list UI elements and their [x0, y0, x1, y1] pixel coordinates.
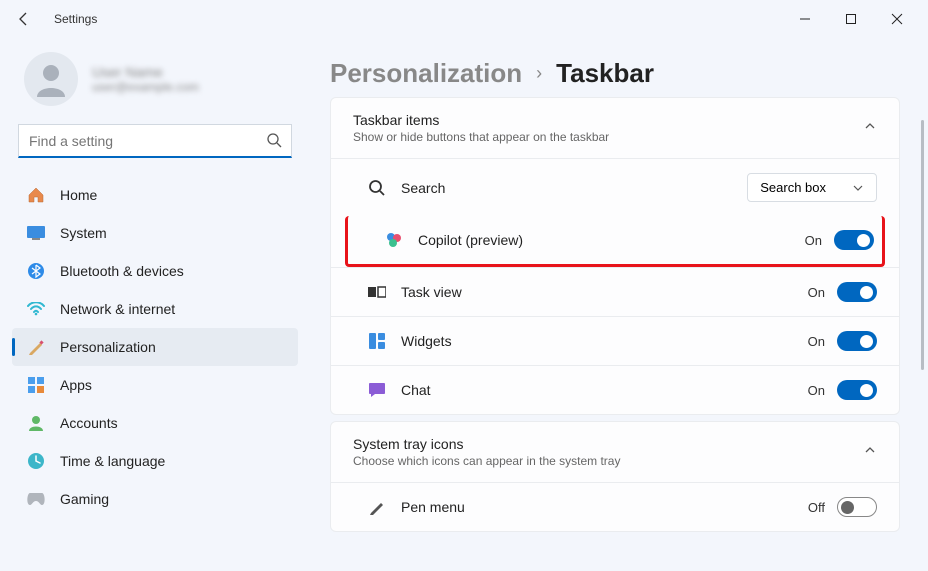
search-icon [266, 132, 282, 153]
row-label: Copilot (preview) [418, 232, 805, 248]
nav-label: Bluetooth & devices [60, 263, 184, 279]
back-button[interactable] [8, 3, 40, 35]
taskview-toggle[interactable] [837, 282, 877, 302]
window-controls [782, 3, 920, 35]
nav-home[interactable]: Home [12, 176, 298, 214]
accounts-icon [26, 413, 46, 433]
toggle-state: Off [808, 500, 825, 515]
scrollbar[interactable] [921, 120, 924, 370]
search-wrap [18, 124, 292, 158]
nav-network[interactable]: Network & internet [12, 290, 298, 328]
nav-label: Home [60, 187, 97, 203]
section-title: Taskbar items [353, 112, 609, 128]
apps-icon [26, 375, 46, 395]
home-icon [26, 185, 46, 205]
chat-icon [353, 381, 401, 399]
taskview-icon [353, 285, 401, 299]
personalization-icon [26, 337, 46, 357]
toggle-state: On [808, 285, 825, 300]
chevron-up-icon [863, 119, 877, 138]
nav-system[interactable]: System [12, 214, 298, 252]
system-icon [26, 223, 46, 243]
toggle-state: On [808, 334, 825, 349]
widgets-icon [353, 332, 401, 350]
bluetooth-icon [26, 261, 46, 281]
avatar [24, 52, 78, 106]
window-title: Settings [54, 12, 97, 26]
nav-label: System [60, 225, 107, 241]
row-penmenu: Pen menu Off [331, 482, 899, 531]
section-title: System tray icons [353, 436, 620, 452]
nav-personalization[interactable]: Personalization [12, 328, 298, 366]
nav-label: Accounts [60, 415, 118, 431]
section-header[interactable]: Taskbar items Show or hide buttons that … [331, 98, 899, 158]
search-input[interactable] [18, 124, 292, 158]
nav-label: Time & language [60, 453, 165, 469]
nav-gaming[interactable]: Gaming [12, 480, 298, 518]
section-subtitle: Show or hide buttons that appear on the … [353, 130, 609, 144]
select-value: Search box [760, 180, 826, 195]
nav-time[interactable]: Time & language [12, 442, 298, 480]
section-tray: System tray icons Choose which icons can… [330, 421, 900, 532]
widgets-toggle[interactable] [837, 331, 877, 351]
row-label: Task view [401, 284, 808, 300]
nav-label: Apps [60, 377, 92, 393]
titlebar: Settings [0, 0, 928, 38]
row-label: Widgets [401, 333, 808, 349]
row-search: Search Search box [331, 158, 899, 216]
toggle-state: On [808, 383, 825, 398]
chevron-up-icon [863, 443, 877, 462]
user-email: user@example.com [92, 80, 199, 94]
nav-label: Personalization [60, 339, 156, 355]
close-button[interactable] [874, 3, 920, 35]
breadcrumb: Personalization › Taskbar [330, 58, 900, 89]
penmenu-toggle[interactable] [837, 497, 877, 517]
search-icon [353, 179, 401, 197]
user-profile[interactable]: User Name user@example.com [12, 38, 298, 124]
nav-label: Network & internet [60, 301, 175, 317]
breadcrumb-current: Taskbar [556, 58, 654, 89]
chevron-right-icon: › [536, 63, 542, 84]
maximize-button[interactable] [828, 3, 874, 35]
main-content: Personalization › Taskbar Taskbar items … [310, 38, 928, 571]
pen-icon [353, 498, 401, 516]
chevron-down-icon [852, 182, 864, 194]
row-copilot: Copilot (preview) On [345, 216, 885, 267]
breadcrumb-parent[interactable]: Personalization [330, 58, 522, 89]
minimize-button[interactable] [782, 3, 828, 35]
row-label: Pen menu [401, 499, 808, 515]
gaming-icon [26, 489, 46, 509]
toggle-state: On [805, 233, 822, 248]
network-icon [26, 299, 46, 319]
section-header[interactable]: System tray icons Choose which icons can… [331, 422, 899, 482]
search-select[interactable]: Search box [747, 173, 877, 202]
copilot-toggle[interactable] [834, 230, 874, 250]
nav-bluetooth[interactable]: Bluetooth & devices [12, 252, 298, 290]
section-taskbar-items: Taskbar items Show or hide buttons that … [330, 97, 900, 415]
user-name: User Name [92, 64, 199, 80]
nav-accounts[interactable]: Accounts [12, 404, 298, 442]
row-chat: Chat On [331, 365, 899, 414]
section-subtitle: Choose which icons can appear in the sys… [353, 454, 620, 468]
nav-apps[interactable]: Apps [12, 366, 298, 404]
nav-label: Gaming [60, 491, 109, 507]
arrow-left-icon [16, 11, 32, 27]
sidebar: User Name user@example.com Home System B… [0, 38, 310, 571]
row-taskview: Task view On [331, 267, 899, 316]
chat-toggle[interactable] [837, 380, 877, 400]
person-icon [31, 59, 71, 99]
row-label: Chat [401, 382, 808, 398]
row-label: Search [401, 180, 747, 196]
time-icon [26, 451, 46, 471]
copilot-icon [370, 231, 418, 249]
row-widgets: Widgets On [331, 316, 899, 365]
